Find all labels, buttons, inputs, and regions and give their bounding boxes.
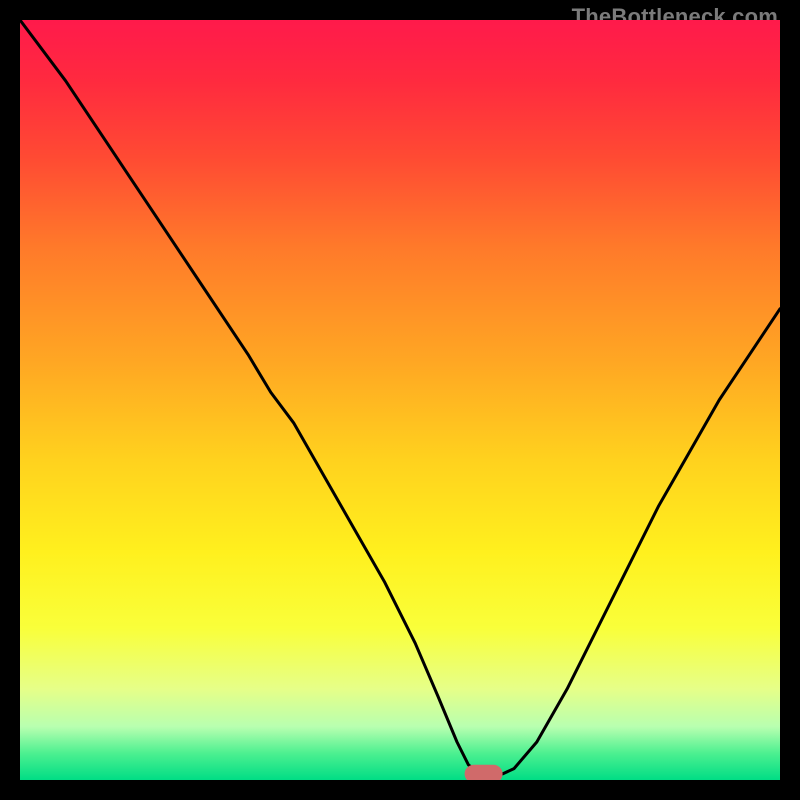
optimal-marker bbox=[465, 765, 503, 780]
bottleneck-chart bbox=[20, 20, 780, 780]
chart-frame: TheBottleneck.com bbox=[0, 0, 800, 800]
plot-area bbox=[20, 20, 780, 780]
gradient-background bbox=[20, 20, 780, 780]
